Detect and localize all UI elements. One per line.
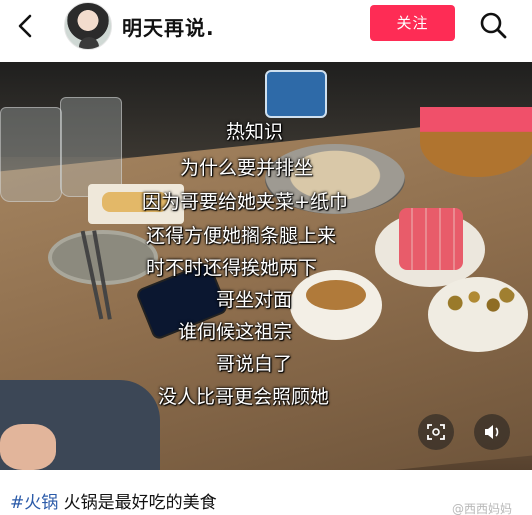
chevron-left-icon xyxy=(18,14,32,38)
search-icon xyxy=(480,12,507,39)
hashtag-link[interactable]: #火锅 xyxy=(10,493,58,513)
overlay-text-line: 哥说白了 xyxy=(216,353,293,375)
top-bar: 明天再说. 关注 xyxy=(0,0,532,62)
post-caption: #火锅 火锅是最好吃的美食 xyxy=(10,488,217,513)
username[interactable]: 明天再说. xyxy=(122,12,215,41)
volume-button[interactable] xyxy=(474,414,510,450)
caption-text: 火锅是最好吃的美食 xyxy=(63,493,217,513)
image-table-sign xyxy=(265,70,327,118)
screenshot-button[interactable] xyxy=(418,414,454,450)
image-water-pitcher xyxy=(0,107,62,202)
speaker-icon xyxy=(485,425,499,439)
follow-button[interactable]: 关注 xyxy=(370,5,455,41)
overlay-text-line: 哥坐对面 xyxy=(216,289,293,311)
overlay-text-line: 为什么要并排坐 xyxy=(180,157,314,179)
image-potato-plate xyxy=(428,277,528,352)
image-meat-bowl xyxy=(420,107,532,177)
watermark: @西西妈妈 xyxy=(452,502,513,515)
back-button[interactable] xyxy=(12,12,40,40)
overlay-text-line: 因为哥要给她夹菜+纸巾 xyxy=(142,191,348,213)
image-hand xyxy=(0,424,56,470)
image-water-pitcher xyxy=(60,97,122,197)
overlay-text-line: 时不时还得挨她两下 xyxy=(146,257,318,279)
overlay-text-line: 没人比哥更会照顾她 xyxy=(158,386,330,408)
overlay-text-line: 还得方便她搁条腿上来 xyxy=(146,225,337,247)
avatar[interactable] xyxy=(64,2,112,50)
overlay-text-line: 热知识 xyxy=(226,121,284,143)
image-sauce-bowl xyxy=(290,270,382,340)
overlay-text-line: 谁伺候这祖宗 xyxy=(178,321,293,343)
scan-frame-icon xyxy=(427,424,445,440)
search-button[interactable] xyxy=(478,10,508,40)
image-watermelon-plate xyxy=(375,208,485,287)
